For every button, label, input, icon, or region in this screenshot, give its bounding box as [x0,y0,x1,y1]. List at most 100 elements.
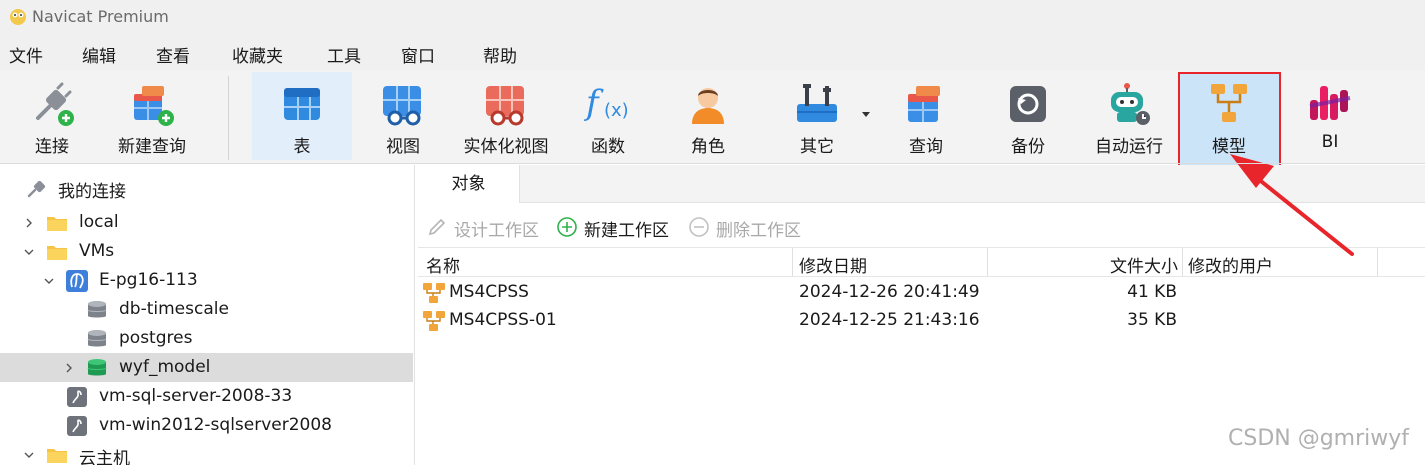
others-button[interactable]: 其它 [774,72,860,160]
column-header-size[interactable]: 文件大小 [1088,252,1178,277]
column-header-modified[interactable]: 修改日期 [799,252,867,277]
main-toolbar: 连接 新建查询 表 视图 实体化视图 f (x) 函数 角色 其它 查询 备份 … [0,70,1425,164]
tree-label: vm-sql-server-2008-33 [99,386,293,406]
table-icon [284,88,320,120]
navicat-logo-icon [10,9,26,25]
folder-icon [47,217,67,231]
bi-chart-icon [1309,86,1351,120]
table-row[interactable]: MS4CPSS 2024-12-26 20:41:49 41 KB [418,278,1425,306]
table-label: 表 [293,137,311,157]
bi-label: BI [1321,132,1339,152]
tree-label: db-timescale [119,299,229,319]
tree-item-db-timescale[interactable]: db-timescale [0,295,413,324]
tree-label: wyf_model [119,357,211,377]
tab-objects[interactable]: 对象 [418,165,520,203]
chevron-right-icon[interactable] [22,216,36,230]
svg-text:f: f [584,83,604,123]
menu-tools[interactable]: 工具 [327,42,361,67]
tree-label: 我的连接 [58,182,126,202]
function-fx-icon: f (x) [584,83,629,123]
tree-label: postgres [119,328,193,348]
tools-icon [797,84,837,122]
chevron-down-icon[interactable] [22,245,36,259]
backup-button[interactable]: 备份 [986,72,1070,160]
tree-label: vm-win2012-sqlserver2008 [99,415,333,435]
others-dropdown-caret[interactable] [862,112,870,117]
database-icon [87,301,107,318]
tree-item-vm-sql-server-2008-33[interactable]: vm-sql-server-2008-33 [0,382,413,411]
chevron-right-icon[interactable] [62,361,76,375]
others-label: 其它 [800,137,834,157]
view-glasses-icon [383,86,421,126]
column-divider[interactable] [987,248,988,277]
menu-window[interactable]: 窗口 [401,42,435,67]
new-query-label: 新建查询 [118,137,186,157]
menu-edit[interactable]: 编辑 [82,42,116,67]
new-query-icon [134,86,174,126]
app-title: Navicat Premium [32,7,169,26]
query-label: 查询 [909,137,943,157]
tree-item-vm-win2012-sqlserver2008[interactable]: vm-win2012-sqlserver2008 [0,411,413,440]
tree-item-vms[interactable]: VMs [0,237,413,266]
pencil-icon [428,218,446,236]
automation-label: 自动运行 [1095,137,1163,157]
function-button[interactable]: f (x) 函数 [566,72,650,160]
robot-icon [1111,83,1150,125]
menu-help[interactable]: 帮助 [483,42,517,67]
tree-item-wyf-model[interactable]: wyf_model [0,353,413,382]
tree-label: 云主机 [79,449,130,465]
model-file-icon [423,311,445,331]
chevron-down-icon[interactable] [42,274,56,288]
table-button[interactable]: 表 [252,72,352,160]
new-workspace-button[interactable]: 新建工作区 [556,216,686,241]
bi-button[interactable]: BI [1290,72,1370,160]
role-button[interactable]: 角色 [666,72,750,160]
tree-item-cloud-hosts[interactable]: 云主机 [0,440,413,465]
folder-icon [47,246,67,260]
cell-modified: 2024-12-26 20:41:49 [799,282,980,302]
menu-view[interactable]: 查看 [156,42,190,67]
model-file-icon [423,283,445,303]
column-divider[interactable] [792,248,793,277]
menu-favorites[interactable]: 收藏夹 [232,42,283,67]
cell-modified: 2024-12-25 21:43:16 [799,310,980,330]
automation-button[interactable]: 自动运行 [1088,72,1170,160]
tree-item-e-pg16-113[interactable]: E-pg16-113 [0,266,413,295]
new-query-button[interactable]: 新建查询 [110,72,194,160]
table-row[interactable]: MS4CPSS-01 2024-12-25 21:43:16 35 KB [418,306,1425,334]
model-label: 模型 [1212,137,1246,157]
plug-plus-icon [36,82,74,126]
remove-circle-icon [689,217,709,237]
connection-plug-icon [27,180,46,198]
tree-label: VMs [79,241,115,261]
backup-icon [1010,86,1046,122]
tree-label: local [79,212,119,232]
cell-name: MS4CPSS-01 [449,310,557,330]
sqlserver-icon [67,416,87,436]
database-active-icon [87,359,107,376]
column-header-name[interactable]: 名称 [426,252,460,277]
tree-item-local[interactable]: local [0,208,413,237]
connect-button[interactable]: 连接 [12,72,92,160]
backup-label: 备份 [1011,137,1045,157]
view-button[interactable]: 视图 [360,72,446,160]
model-diagram-icon [1211,84,1247,122]
model-button[interactable]: 模型 [1186,72,1272,160]
delete-workspace-button[interactable]: 删除工作区 [688,216,818,241]
add-circle-icon [557,217,577,237]
cell-size: 41 KB [1127,282,1177,302]
query-button[interactable]: 查询 [884,72,968,160]
menu-bar: 文件 编辑 查看 收藏夹 工具 窗口 帮助 [0,34,1425,70]
connect-label: 连接 [35,137,69,157]
design-workspace-button[interactable]: 设计工作区 [426,216,556,241]
cell-name: MS4CPSS [449,282,529,302]
design-workspace-label: 设计工作区 [454,221,539,241]
svg-text:(x): (x) [604,100,629,121]
folder-icon [47,449,67,463]
new-workspace-label: 新建工作区 [584,221,669,241]
chevron-down-icon[interactable] [22,448,36,462]
tree-root-my-connections[interactable]: 我的连接 [0,173,413,202]
tree-item-postgres[interactable]: postgres [0,324,413,353]
materialized-view-button[interactable]: 实体化视图 [456,72,556,160]
menu-file[interactable]: 文件 [9,42,43,67]
